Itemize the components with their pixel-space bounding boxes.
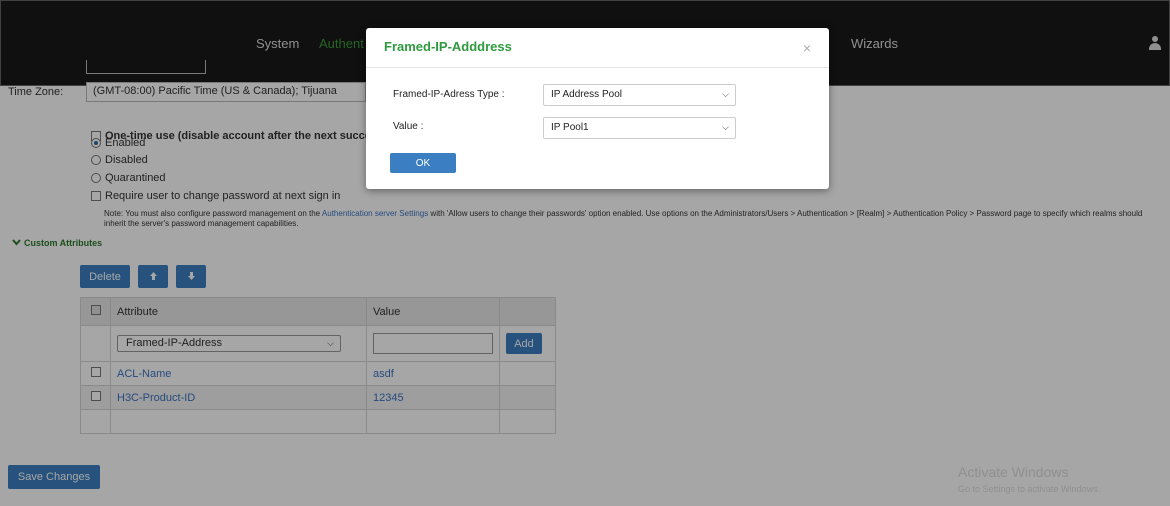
dialog-title: Framed-IP-Adddress xyxy=(384,39,512,54)
value-select-value: IP Pool1 xyxy=(551,122,589,133)
ip-type-select[interactable]: IP Address Pool ⌵ xyxy=(543,84,736,106)
chevron-down-icon: ⌵ xyxy=(722,89,729,99)
ip-type-value: IP Address Pool xyxy=(551,89,622,100)
close-icon[interactable]: × xyxy=(803,40,811,56)
ip-type-label: Framed-IP-Adress Type : xyxy=(393,89,505,100)
dialog-divider xyxy=(366,67,829,68)
value-label: Value : xyxy=(393,121,424,132)
chevron-down-icon: ⌵ xyxy=(722,122,729,132)
framed-ip-address-dialog: Framed-IP-Adddress × Framed-IP-Adress Ty… xyxy=(366,28,829,189)
ok-button[interactable]: OK xyxy=(390,153,456,173)
value-select[interactable]: IP Pool1 ⌵ xyxy=(543,117,736,139)
